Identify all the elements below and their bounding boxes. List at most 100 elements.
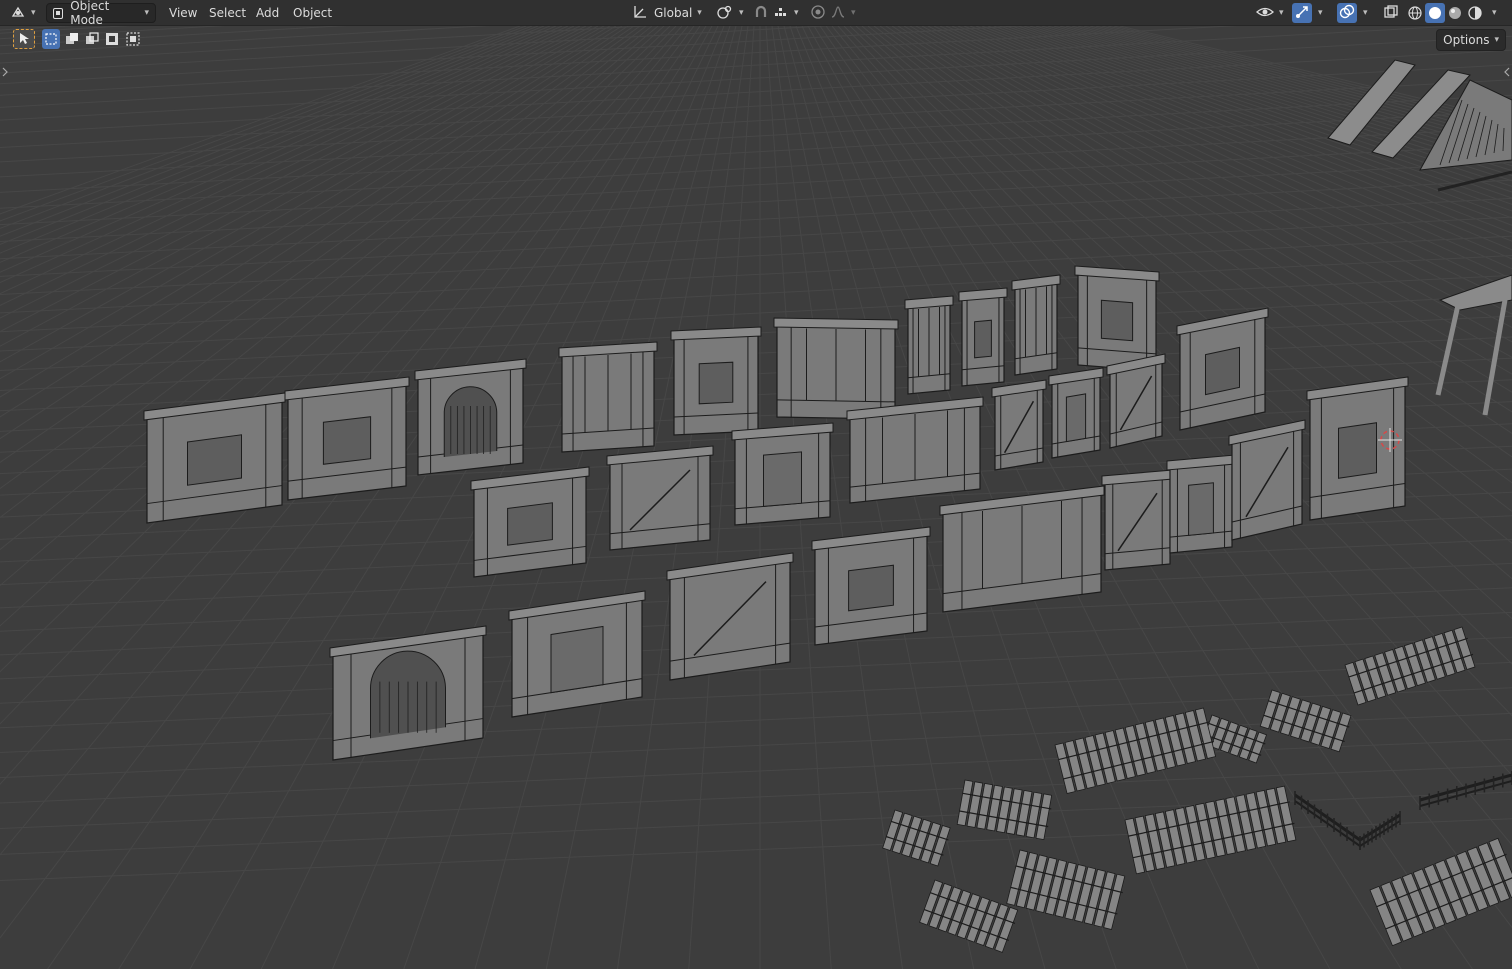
floor-planks[interactable] bbox=[882, 626, 1512, 953]
select-intersect-icon[interactable] bbox=[124, 29, 142, 49]
chevron-down-icon: ▾ bbox=[1318, 8, 1323, 18]
xray-toggle[interactable] bbox=[1381, 3, 1401, 23]
wall-module[interactable] bbox=[1306, 376, 1409, 521]
mode-dropdown[interactable]: Object Mode ▾ bbox=[46, 0, 156, 27]
visibility-eye-icon bbox=[1256, 4, 1274, 23]
chevron-down-icon: ▾ bbox=[1492, 8, 1497, 18]
gizmo-dropdown[interactable]: ▾ bbox=[1313, 3, 1323, 23]
select-invert-icon[interactable] bbox=[103, 29, 121, 49]
rendered-shading-icon[interactable] bbox=[1465, 3, 1485, 23]
object-mode-icon bbox=[53, 7, 64, 19]
wall-module[interactable] bbox=[731, 422, 834, 526]
wall-module[interactable] bbox=[414, 358, 527, 476]
plank-set[interactable] bbox=[882, 809, 952, 867]
solid-shading-icon[interactable] bbox=[1425, 3, 1445, 23]
snap-target-dropdown[interactable]: ▾ bbox=[773, 3, 799, 23]
fence-segment[interactable] bbox=[1419, 771, 1512, 810]
wall-module[interactable] bbox=[939, 485, 1105, 613]
options-dropdown[interactable]: Options ▾ bbox=[1436, 29, 1506, 51]
wall-module[interactable] bbox=[1048, 367, 1104, 459]
chevron-down-icon: ▾ bbox=[144, 8, 149, 18]
plank-set[interactable] bbox=[1054, 707, 1217, 794]
wall-module[interactable] bbox=[1166, 454, 1236, 554]
gizmo-toggle[interactable] bbox=[1292, 3, 1312, 23]
snap-increment-icon bbox=[773, 4, 789, 23]
tool-settings-row bbox=[0, 26, 1512, 52]
wall-module[interactable] bbox=[606, 445, 714, 551]
wall-module[interactable] bbox=[666, 552, 794, 681]
wall-module[interactable] bbox=[1101, 469, 1174, 571]
wall-module[interactable] bbox=[773, 317, 899, 420]
material-preview-icon[interactable] bbox=[1445, 3, 1465, 23]
3d-viewport[interactable] bbox=[0, 26, 1512, 969]
wall-module[interactable] bbox=[329, 625, 487, 761]
menu-select[interactable]: Select bbox=[203, 3, 252, 23]
wall-module[interactable] bbox=[1228, 419, 1306, 541]
wall-module[interactable] bbox=[670, 326, 762, 436]
wall-module[interactable] bbox=[284, 376, 410, 501]
chevron-down-icon: ▾ bbox=[1363, 8, 1368, 18]
chevron-down-icon: ▾ bbox=[739, 8, 744, 18]
active-tool-button[interactable] bbox=[13, 29, 35, 49]
menu-add[interactable]: Add bbox=[250, 3, 285, 23]
viewport-header: ▾ Object Mode ▾ View Select Add Object G… bbox=[0, 0, 1512, 27]
chevron-down-icon: ▾ bbox=[1279, 8, 1284, 18]
wall-module[interactable] bbox=[1074, 265, 1160, 372]
post-frame[interactable] bbox=[1435, 274, 1512, 416]
wall-module[interactable] bbox=[904, 295, 954, 395]
snap-magnet-icon bbox=[753, 4, 769, 23]
overlay-toggle[interactable] bbox=[1337, 3, 1357, 23]
visibility-dropdown[interactable]: ▾ bbox=[1256, 3, 1284, 23]
viewport-scene[interactable] bbox=[0, 26, 1512, 969]
wall-module[interactable] bbox=[1176, 307, 1269, 431]
wall-module[interactable] bbox=[958, 287, 1008, 387]
transform-orientation-dropdown[interactable]: Global ▾ bbox=[632, 3, 710, 23]
chevron-down-icon: ▾ bbox=[697, 8, 702, 18]
wall-module[interactable] bbox=[811, 526, 931, 646]
plank-set[interactable] bbox=[1344, 626, 1477, 706]
wall-module[interactable] bbox=[508, 590, 646, 718]
wall-module[interactable] bbox=[991, 379, 1047, 471]
plank-set[interactable] bbox=[919, 879, 1020, 953]
xray-icon bbox=[1383, 4, 1399, 23]
overlay-dropdown[interactable]: ▾ bbox=[1358, 3, 1368, 23]
proportional-falloff-dropdown[interactable]: ▾ bbox=[830, 3, 856, 23]
shading-mode-group bbox=[1405, 3, 1485, 23]
plank-set[interactable] bbox=[1124, 785, 1298, 875]
wall-module[interactable] bbox=[143, 392, 286, 524]
editor-type-dropdown[interactable]: ▾ bbox=[10, 3, 36, 23]
wall-modules[interactable] bbox=[143, 265, 1409, 761]
sidebar-toggle-left-icon[interactable] bbox=[2, 67, 8, 77]
mode-label: Object Mode bbox=[70, 0, 110, 27]
falloff-curve-icon bbox=[830, 4, 846, 23]
chevron-down-icon: ▾ bbox=[1494, 35, 1499, 45]
wall-module[interactable] bbox=[470, 466, 590, 578]
proportional-edit-toggle[interactable] bbox=[808, 3, 828, 23]
select-new-icon[interactable] bbox=[42, 29, 61, 49]
wall-module[interactable] bbox=[1011, 274, 1061, 376]
snap-toggle[interactable] bbox=[751, 3, 771, 23]
pivot-point-icon bbox=[716, 4, 734, 23]
shading-dropdown[interactable]: ▾ bbox=[1487, 3, 1497, 23]
chevron-down-icon: ▾ bbox=[31, 8, 36, 18]
select-extend-icon[interactable] bbox=[62, 29, 80, 49]
wall-module[interactable] bbox=[558, 341, 658, 453]
plank-set[interactable] bbox=[1006, 849, 1127, 930]
wall-module[interactable] bbox=[1106, 353, 1166, 449]
chevron-down-icon: ▾ bbox=[794, 8, 799, 18]
plank-set[interactable] bbox=[1369, 837, 1512, 947]
select-box-tool-icon bbox=[17, 31, 31, 48]
pivot-point-dropdown[interactable]: ▾ bbox=[716, 3, 744, 23]
orientation-icon bbox=[632, 4, 648, 23]
wall-module[interactable] bbox=[846, 396, 984, 504]
plank-set[interactable] bbox=[956, 779, 1053, 841]
overlay-icon bbox=[1339, 4, 1355, 23]
select-subtract-icon[interactable] bbox=[83, 29, 101, 49]
options-label: Options bbox=[1443, 33, 1490, 47]
wireframe-shading-icon[interactable] bbox=[1405, 3, 1425, 23]
sidebar-toggle-right-icon[interactable] bbox=[1504, 67, 1510, 77]
viewport-editor-icon bbox=[10, 4, 26, 23]
fence-segment[interactable] bbox=[1359, 811, 1401, 850]
menu-object[interactable]: Object bbox=[287, 3, 338, 23]
menu-view[interactable]: View bbox=[163, 3, 203, 23]
